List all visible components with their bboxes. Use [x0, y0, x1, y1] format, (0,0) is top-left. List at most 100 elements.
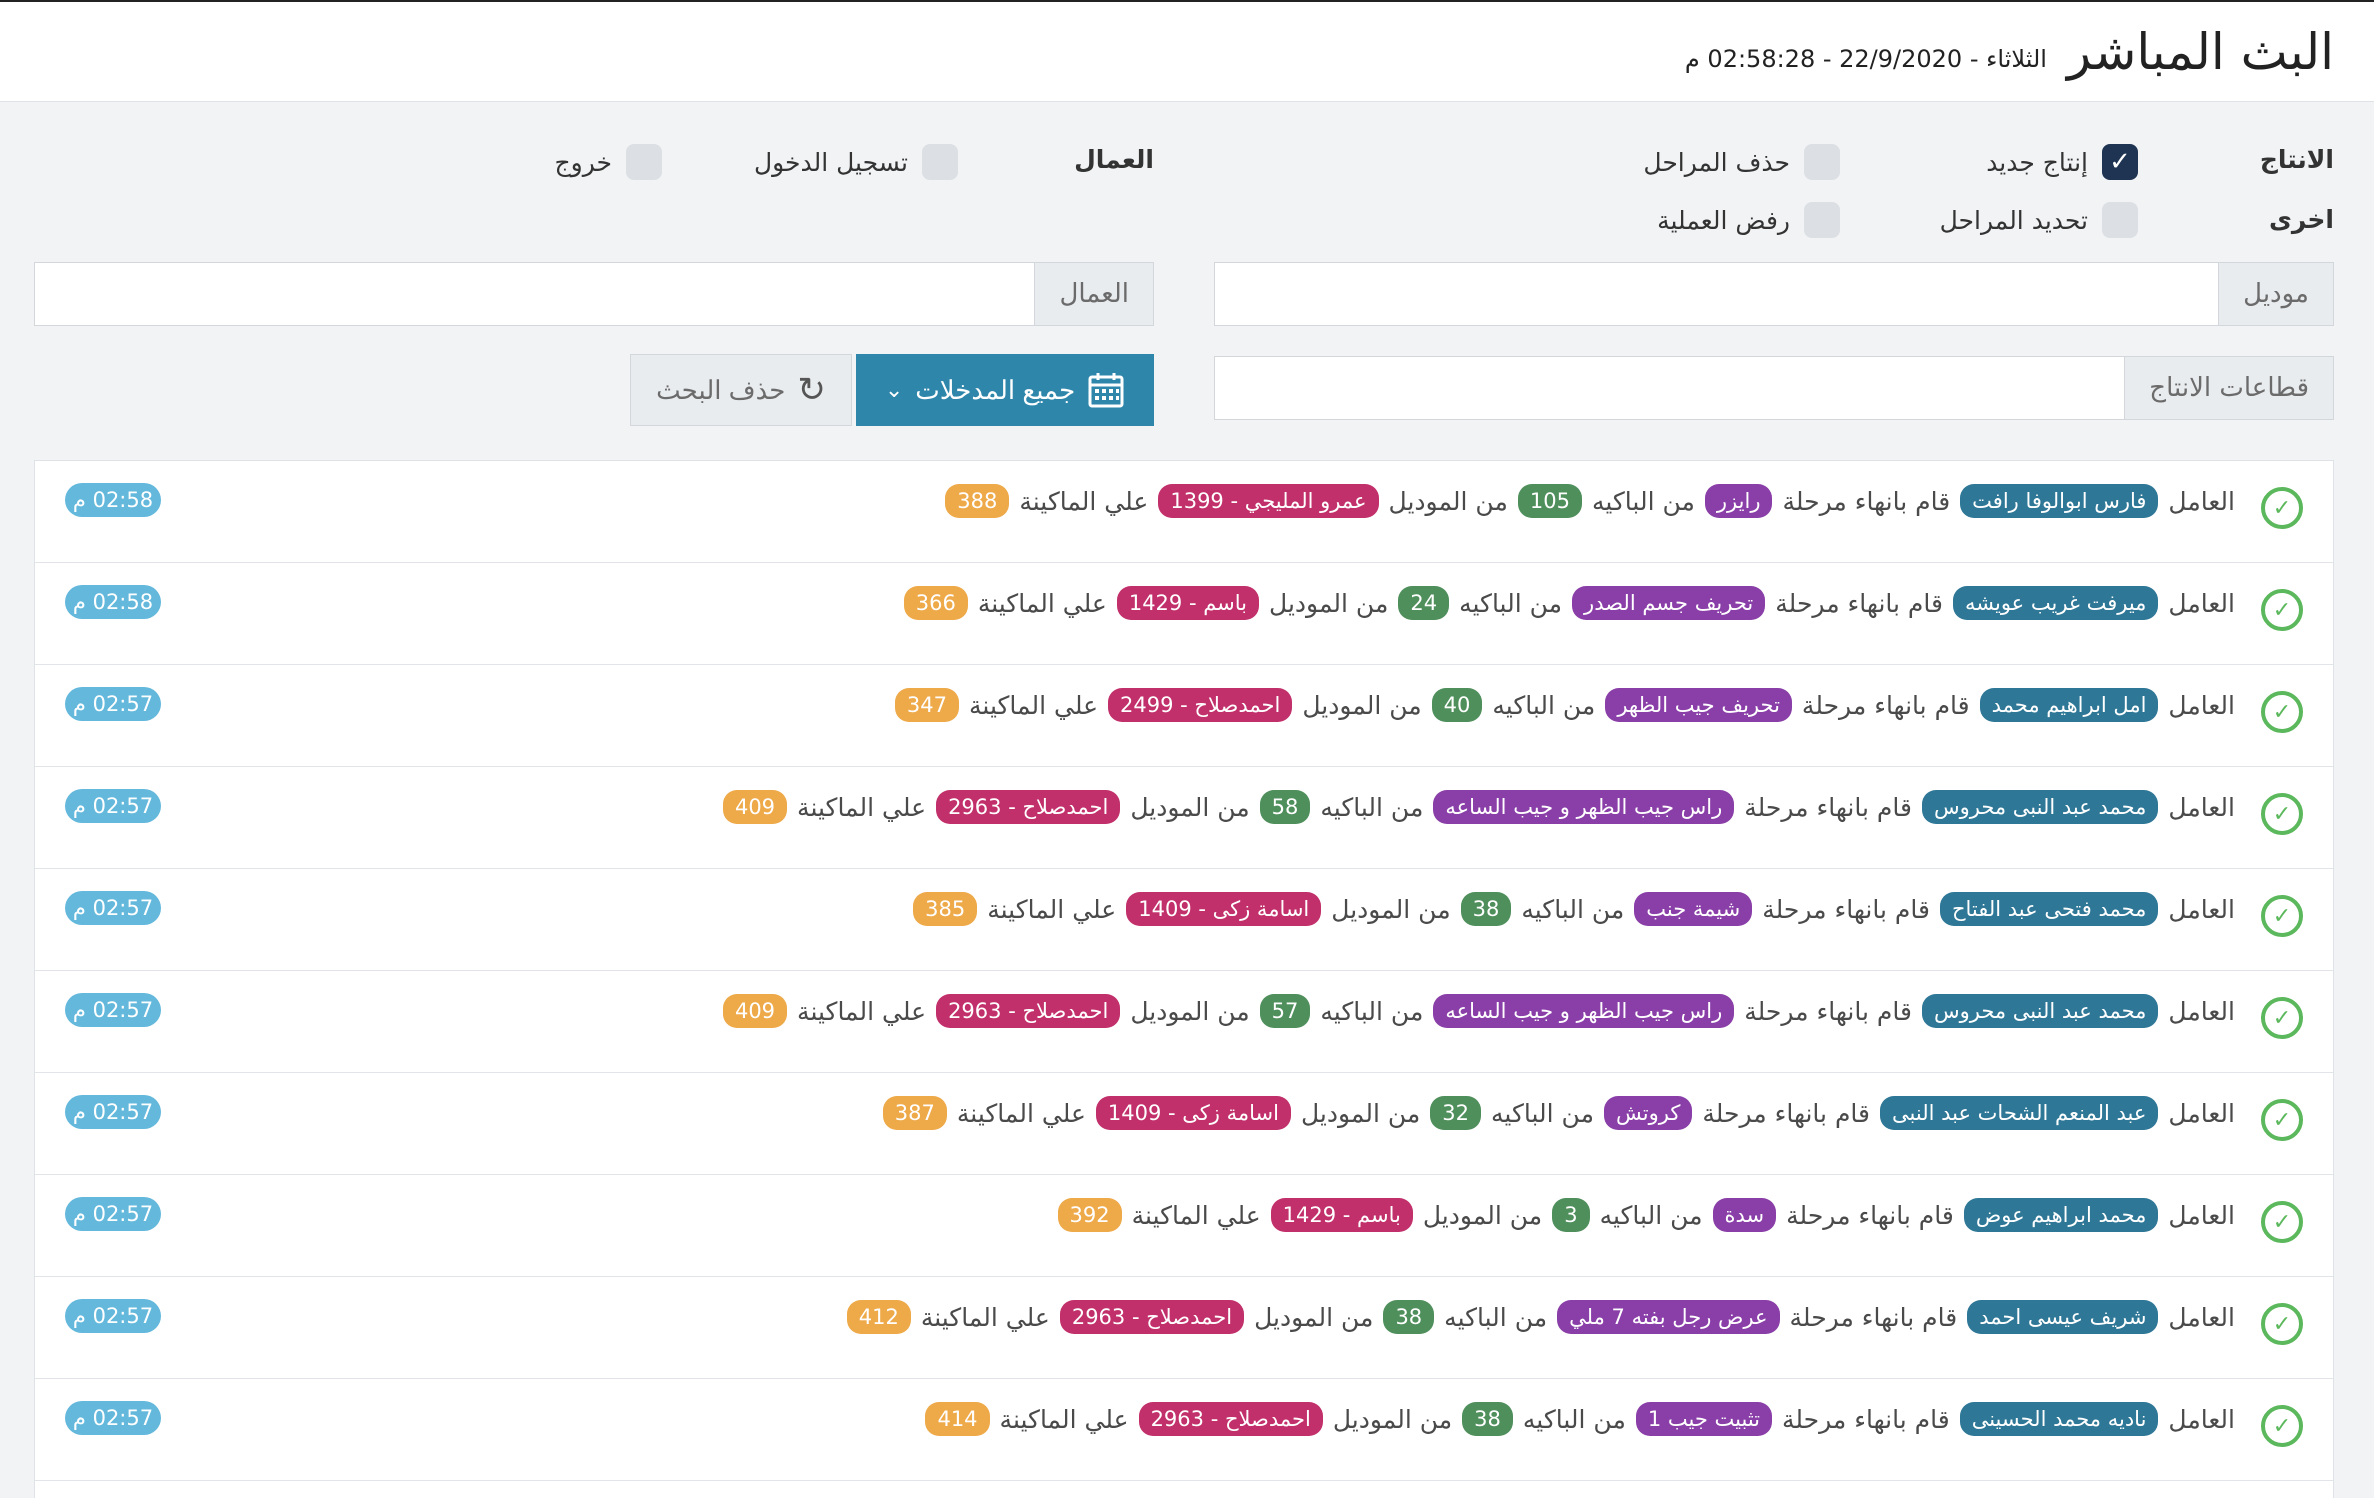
time-badge: 02:57 م [65, 891, 161, 925]
on-machine-phrase: علي الماكينة [920, 1302, 1050, 1332]
batch-badge: 3 [1552, 1198, 1590, 1232]
batch-badge: 57 [1259, 994, 1311, 1028]
batch-badge: 24 [1398, 586, 1450, 620]
worker-word: العامل [2168, 792, 2235, 822]
sectors-input[interactable] [1215, 357, 2125, 419]
reject-operation-checkbox[interactable]: رفض العملية [1657, 202, 1840, 238]
feed-row-text: العامل امل ابراهيم محمد قام بانهاء مرحلة… [894, 685, 2235, 725]
stage-badge: رايزر [1704, 484, 1773, 518]
define-stages-label: تحديد المراحل [1939, 205, 2088, 235]
on-machine-phrase: علي الماكينة [977, 588, 1107, 618]
checkbox-unchecked-icon[interactable] [2102, 202, 2138, 238]
checkbox-unchecked-icon[interactable] [922, 144, 958, 180]
model-input[interactable] [1215, 263, 2219, 325]
check-circle-icon: ✓ [2261, 997, 2303, 1039]
worker-word: العامل [2168, 894, 2235, 924]
checkbox-unchecked-icon[interactable] [1804, 144, 1840, 180]
feed-row: ✓ العامل ميرفت غريب عويشه قام بانهاء مرح… [35, 563, 2333, 665]
delete-stages-checkbox[interactable]: حذف المراحل [1643, 144, 1840, 180]
on-machine-phrase: علي الماكينة [969, 690, 1099, 720]
worker-badge: محمد عبد النبى محروس [1921, 994, 2159, 1028]
clear-search-button[interactable]: ↻ حذف البحث [630, 354, 852, 426]
time-badge: 02:57 م [65, 993, 161, 1027]
feed-row: ✓ العامل ناديه محمد الحسينى قام بانهاء م… [35, 1379, 2333, 1481]
worker-badge: فارس ابوالوفا رافت [1960, 484, 2159, 518]
sectors-addon: قطاعات الانتاج [2124, 357, 2333, 419]
from-batch-phrase: من الباكيه [1459, 588, 1563, 618]
on-machine-phrase: علي الماكينة [797, 996, 927, 1026]
stage-badge: عرض رجل بفته 7 ملي [1557, 1300, 1780, 1334]
all-entries-label: جميع المدخلات [915, 374, 1076, 405]
machine-badge: 366 [903, 586, 968, 620]
on-machine-phrase: علي الماكينة [987, 894, 1117, 924]
production-filter-label: الانتاج [2259, 145, 2334, 174]
worker-badge: محمد عبد النبى محروس [1921, 790, 2159, 824]
check-circle-icon: ✓ [2261, 487, 2303, 529]
time-badge: 02:57 م [65, 687, 161, 721]
from-model-phrase: من الموديل [1130, 792, 1250, 822]
from-batch-phrase: من الباكيه [1320, 996, 1424, 1026]
batch-badge: 38 [1460, 892, 1512, 926]
time-badge: 02:57 م [65, 789, 161, 823]
feed-row-text: العامل محمد فتحى عبد الفتاح قام بانهاء م… [913, 889, 2235, 929]
define-stages-checkbox[interactable]: تحديد المراحل [1940, 202, 2138, 238]
checkbox-checked-icon[interactable]: ✓ [2102, 144, 2138, 180]
machine-badge: 347 [894, 688, 960, 722]
feed-row: ✓ العامل فارس ابوالوفا رافت قام بانهاء م… [35, 461, 2333, 563]
feed-row-text: العامل محمد عبد النبى محروس قام بانهاء م… [722, 991, 2235, 1031]
worker-badge: عبد المنعم الشحات عبد النبى [1880, 1096, 2159, 1130]
feed-row-text: العامل محمد عبد النبى محروس قام بانهاء م… [722, 787, 2235, 827]
machine-badge: 409 [722, 790, 788, 824]
chevron-down-icon: ⌄ [884, 377, 904, 402]
worker-word: العامل [2168, 486, 2235, 516]
from-model-phrase: من الموديل [1300, 1098, 1421, 1128]
feed-row-text: العامل عبد المنعم الشحات عبد النبى قام ب… [882, 1093, 2235, 1133]
workers-filter-label: العمال [1074, 145, 1154, 174]
checkbox-unchecked-icon[interactable] [1804, 202, 1840, 238]
check-circle-icon: ✓ [2261, 1303, 2303, 1345]
reject-operation-label: رفض العملية [1657, 205, 1790, 235]
feed-row: ✓ العامل محمد فتحى عبد الفتاح قام بانهاء… [35, 869, 2333, 971]
stage-badge: تحريف جسم الصدر [1572, 586, 1766, 620]
finished-stage-phrase: قام بانهاء مرحلة [1702, 1098, 1871, 1128]
model-addon: موديل [2218, 263, 2333, 325]
live-feed-list: ✓ العامل فارس ابوالوفا رافت قام بانهاء م… [34, 460, 2334, 1498]
model-badge: احمدصلاح - 2499 [1108, 688, 1293, 722]
clear-search-label: حذف البحث [656, 374, 786, 405]
time-badge: 02:58 م [65, 483, 161, 517]
time-badge: 02:57 م [65, 1197, 161, 1231]
logout-checkbox[interactable]: خروج [555, 144, 662, 180]
feed-row-text: العامل شريف عيسى احمد قام بانهاء مرحلة ع… [846, 1297, 2235, 1337]
login-checkbox[interactable]: تسجيل الدخول [754, 144, 958, 180]
finished-stage-phrase: قام بانهاء مرحلة [1782, 486, 1951, 516]
worker-word: العامل [2168, 690, 2235, 720]
workers-input[interactable] [35, 263, 1035, 325]
model-badge: باسم - 1429 [1270, 1198, 1413, 1232]
checkbox-unchecked-icon[interactable] [626, 144, 662, 180]
stage-badge: راس جيب الظهر و جيب الساعه [1433, 790, 1735, 824]
machine-badge: 385 [913, 892, 978, 926]
workers-input-group: العمال [34, 262, 1154, 326]
all-entries-button[interactable]: جميع المدخلات ⌄ [856, 354, 1154, 426]
feed-row: ✓ العامل محمد ابراهيم عوض قام بانهاء مرح… [35, 1175, 2333, 1277]
login-label: تسجيل الدخول [753, 147, 908, 177]
on-machine-phrase: علي الماكينة [956, 1098, 1086, 1128]
new-production-checkbox[interactable]: ✓ إنتاج جديد [1986, 144, 2138, 180]
check-circle-icon: ✓ [2261, 1201, 2303, 1243]
finished-stage-phrase: قام بانهاء مرحلة [1762, 894, 1930, 924]
from-model-phrase: من الموديل [1422, 1200, 1543, 1230]
header-bar: البث المباشر الثلاثاء - 22/9/2020 - 02:5… [0, 0, 2374, 102]
feed-row: ✓ العامل محمد عبد النبى محروس قام بانهاء… [35, 767, 2333, 869]
from-model-phrase: من الموديل [1331, 894, 1451, 924]
batch-badge: 38 [1383, 1300, 1435, 1334]
time-badge: 02:57 م [65, 1095, 161, 1129]
from-batch-phrase: من الباكيه [1521, 894, 1625, 924]
worker-word: العامل [2168, 1098, 2235, 1128]
stage-badge: شيمة جنب [1634, 892, 1753, 926]
sectors-input-group: قطاعات الانتاج [1214, 356, 2334, 420]
model-badge: احمدصلاح - 2963 [1138, 1402, 1323, 1436]
from-model-phrase: من الموديل [1388, 486, 1508, 516]
feed-row: ✓ العامل عبد المنعم الشحات عبد النبى قام… [35, 1073, 2333, 1175]
machine-badge: 388 [945, 484, 1010, 518]
worker-word: العامل [2168, 588, 2235, 618]
